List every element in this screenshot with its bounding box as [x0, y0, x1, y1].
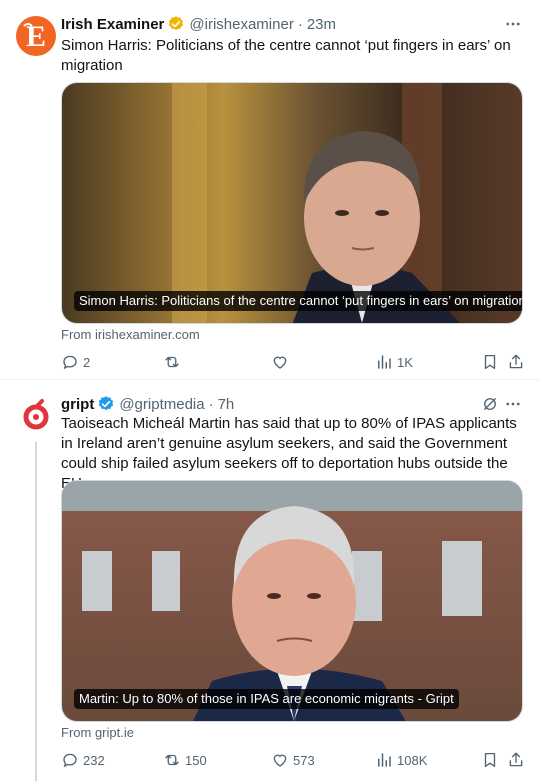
post-actions: 2 1K: [61, 352, 526, 372]
post-text: Simon Harris: Politicians of the centre …: [61, 37, 511, 74]
post-time[interactable]: 23m: [307, 16, 336, 33]
like-button[interactable]: 573: [271, 750, 315, 770]
share-icon: [507, 353, 525, 371]
gript-logo-icon: [16, 396, 56, 436]
bookmark-icon: [481, 751, 499, 769]
share-button[interactable]: [507, 352, 525, 372]
reply-count: 232: [83, 752, 105, 768]
repost-count: 150: [185, 752, 207, 768]
reply-icon: [61, 751, 79, 769]
like-button[interactable]: [271, 352, 293, 372]
more-options-icon[interactable]: [502, 14, 524, 34]
blue-verified-badge-icon[interactable]: [97, 395, 115, 413]
views-button[interactable]: 1K: [375, 352, 413, 372]
author-name[interactable]: Irish Examiner: [61, 16, 164, 33]
heart-icon: [271, 353, 289, 371]
post-gript[interactable]: gript @griptmedia · 7h Taoiseach Micheál…: [0, 380, 540, 781]
reply-button[interactable]: 232: [61, 750, 105, 770]
timeline-feed: E Irish Examiner @irishexaminer · 23m Si…: [0, 0, 540, 781]
views-button[interactable]: 108K: [375, 750, 427, 770]
card-image: [62, 83, 522, 323]
share-button[interactable]: [507, 750, 525, 770]
like-count: 573: [293, 752, 315, 768]
card-caption: Martin: Up to 80% of those in IPAS are e…: [74, 689, 459, 709]
card-source[interactable]: From gript.ie: [61, 725, 134, 740]
repost-icon: [163, 751, 181, 769]
view-count: 108K: [397, 752, 428, 768]
irish-examiner-avatar[interactable]: E: [16, 16, 56, 56]
card-caption: Simon Harris: Politicians of the centre …: [74, 291, 522, 311]
share-icon: [507, 751, 525, 769]
view-count: 1K: [397, 354, 413, 370]
bookmark-icon: [481, 353, 499, 371]
grok-icon[interactable]: [480, 394, 500, 414]
post-irish-examiner[interactable]: E Irish Examiner @irishexaminer · 23m Si…: [0, 0, 540, 380]
repost-button[interactable]: [163, 352, 185, 372]
reply-icon: [61, 353, 79, 371]
analytics-icon: [375, 751, 393, 769]
bookmark-button[interactable]: [481, 352, 499, 372]
gript-avatar[interactable]: [16, 396, 56, 436]
link-card[interactable]: Simon Harris: Politicians of the centre …: [61, 82, 523, 324]
more-options-icon[interactable]: [502, 394, 524, 414]
reply-count: 2: [83, 354, 91, 370]
thread-line: [35, 442, 37, 781]
author-handle[interactable]: @irishexaminer: [189, 16, 293, 33]
post-header: gript @griptmedia · 7h: [61, 394, 524, 414]
post-header: Irish Examiner @irishexaminer · 23m: [61, 14, 524, 34]
separator-dot: ·: [297, 15, 303, 33]
post-actions: 232 150 573 108K: [61, 750, 526, 770]
card-image: [62, 481, 522, 721]
author-name[interactable]: gript: [61, 396, 94, 413]
post-time[interactable]: 7h: [218, 396, 235, 413]
link-card[interactable]: Martin: Up to 80% of those in IPAS are e…: [61, 480, 523, 722]
separator-dot: ·: [208, 395, 214, 413]
repost-icon: [163, 353, 181, 371]
card-source[interactable]: From irishexaminer.com: [61, 327, 200, 342]
bookmark-button[interactable]: [481, 750, 499, 770]
repost-button[interactable]: 150: [163, 750, 207, 770]
irish-examiner-logo-icon: E: [16, 16, 56, 56]
author-handle[interactable]: @griptmedia: [119, 396, 204, 413]
gold-verified-badge-icon[interactable]: [167, 15, 185, 33]
reply-button[interactable]: 2: [61, 352, 90, 372]
heart-icon: [271, 751, 289, 769]
analytics-icon: [375, 353, 393, 371]
